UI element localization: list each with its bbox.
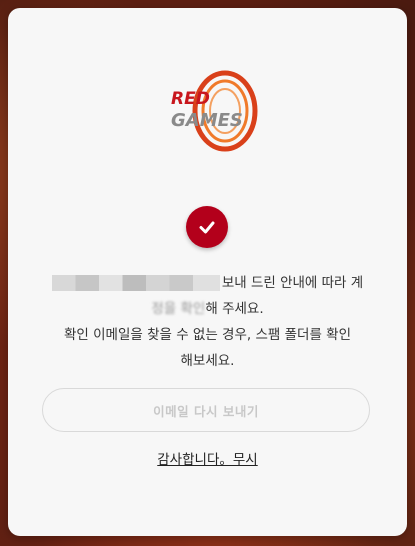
message-line-2-blurred: 정을 확인 bbox=[151, 301, 206, 317]
success-check-icon bbox=[186, 206, 228, 248]
svg-text:RED: RED bbox=[171, 89, 210, 109]
message-line-3: 확인 이메일을 찾을 수 없는 경우, 스팸 폴더를 확인 bbox=[63, 327, 352, 343]
red-games-logo: RED GAMES bbox=[171, 70, 258, 152]
message-line-4: 해보세요. bbox=[180, 353, 235, 369]
confirmation-message: 보내 드린 안내에 따라 계 정을 확인해 주세요. 확인 이메일을 찾을 수 … bbox=[38, 270, 377, 374]
dismiss-link[interactable]: 감사합니다。무시 bbox=[8, 448, 407, 468]
resend-email-button[interactable]: 이메일 다시 보내기 bbox=[42, 388, 370, 432]
message-line-2: 해 주세요. bbox=[205, 301, 264, 317]
email-confirmation-dialog: RED GAMES 보내 드린 안내에 따라 계 정을 확인해 주세요. 확인 … bbox=[8, 8, 407, 536]
svg-text:GAMES: GAMES bbox=[171, 110, 243, 131]
message-line-1: 보내 드린 안내에 따라 계 bbox=[221, 275, 364, 291]
redacted-email bbox=[51, 275, 220, 291]
